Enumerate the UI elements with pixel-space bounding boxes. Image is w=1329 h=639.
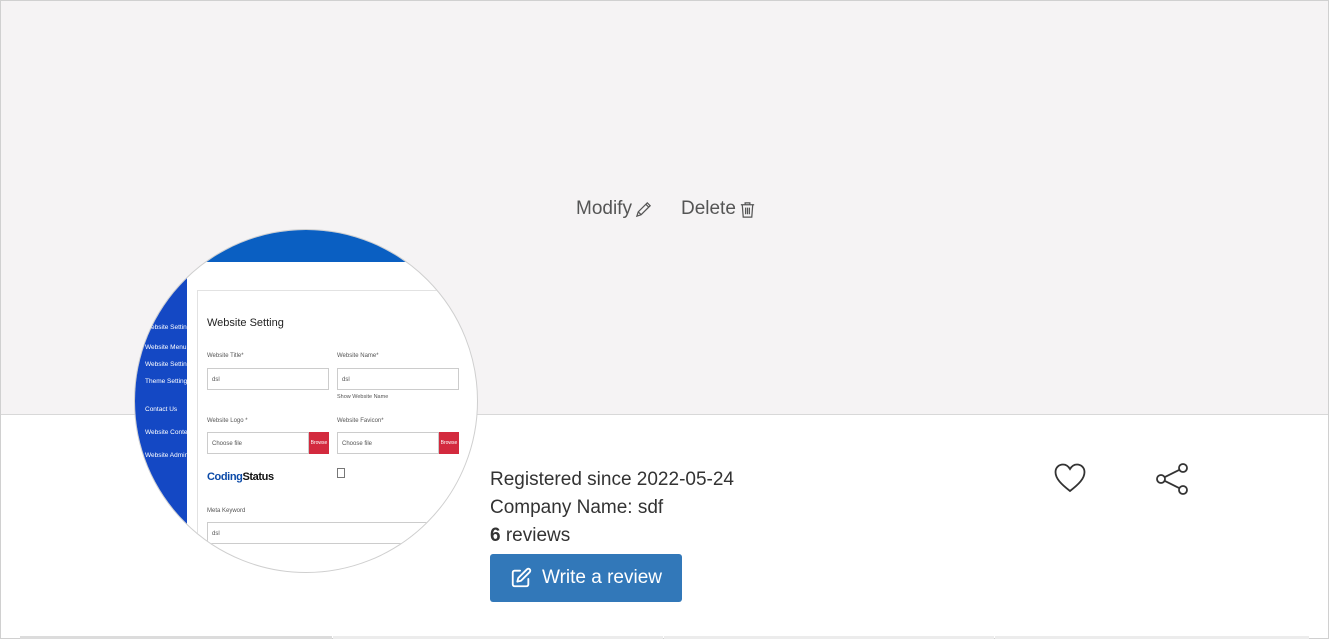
preview-page-title: Website Setting [207, 317, 284, 329]
preview-sidebar-item: Website Admin [145, 452, 189, 459]
cover-actions: Modify Delete [576, 198, 757, 220]
edit-square-icon [511, 567, 532, 588]
preview-sidebar-item: Website Content [145, 429, 193, 436]
preview-logo-b: Status [242, 471, 274, 483]
write-review-button[interactable]: Write a review [490, 554, 682, 602]
preview-sidebar-item: Theme Setting [145, 378, 188, 385]
write-review-label: Write a review [542, 567, 663, 588]
review-summary: 6 reviews [490, 522, 734, 550]
preview-label: Website Name* [337, 353, 379, 359]
company-info: Registered since 2022-05-24 Company Name… [490, 466, 734, 550]
preview-input: dsl [337, 368, 459, 390]
preview-sidebar-item: Website Setting [145, 324, 191, 331]
pencil-icon [635, 201, 651, 217]
preview-label: Website Favicon* [337, 418, 384, 424]
preview-browse: Browse [439, 432, 459, 454]
share-icon[interactable] [1154, 462, 1190, 496]
preview-input: dsl [207, 368, 329, 390]
company-name: Company Name: sdf [490, 497, 664, 518]
preview-sidebar-item: Website Setting [145, 361, 191, 368]
preview-logo: CodingStatus [207, 471, 274, 483]
preview-sidebar-item: Website Menu [145, 344, 187, 351]
preview-input: dsl [207, 522, 467, 544]
preview-sidebar-item: Contact Us [145, 406, 178, 413]
reviews-word: reviews [505, 525, 571, 546]
heart-icon[interactable] [1053, 462, 1087, 494]
preview-input: Choose file [207, 432, 309, 454]
preview-sidebar: Website Setting Website Menu Website Set… [135, 262, 193, 572]
preview-input: Choose file [337, 432, 439, 454]
review-count: 6 [490, 525, 501, 546]
registered-since: Registered since 2022-05-24 [490, 469, 734, 490]
modify-label: Modify [576, 198, 632, 219]
company-avatar: Website Setting Website Menu Website Set… [134, 229, 478, 573]
preview-label: Meta Keyword [207, 508, 246, 514]
preview-topbar [135, 230, 477, 262]
preview-favicon-icon [337, 468, 345, 478]
preview-checkbox-label: Show Website Name [337, 394, 389, 400]
modify-button[interactable]: Modify [576, 198, 653, 220]
preview-label: Website Logo * [207, 418, 248, 424]
preview-label: Website Title* [207, 353, 244, 359]
preview-browse: Browse [309, 432, 329, 454]
delete-label: Delete [680, 198, 736, 219]
trash-icon [740, 201, 755, 218]
delete-button[interactable]: Delete [681, 198, 757, 220]
preview-logo-a: Coding [207, 471, 243, 483]
